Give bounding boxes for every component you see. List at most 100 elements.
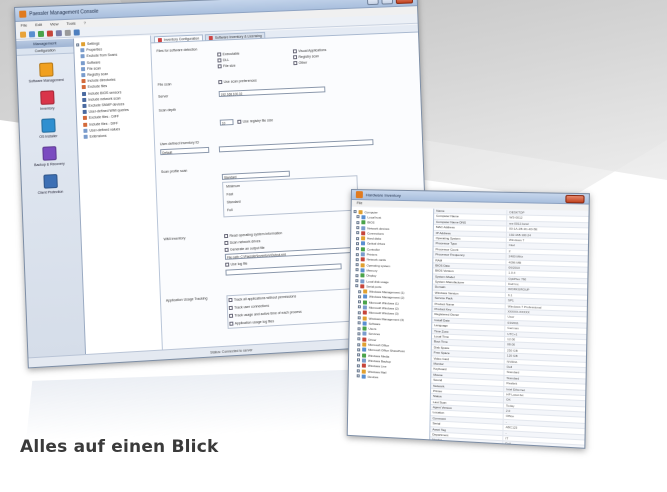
menu-file[interactable]: File — [357, 201, 363, 205]
tab-close-icon[interactable] — [157, 37, 162, 42]
user-defined-select[interactable]: Default — [160, 146, 210, 156]
nav-item-inventory[interactable]: Inventory — [18, 89, 75, 111]
refresh-icon[interactable] — [55, 29, 62, 36]
profile-option[interactable]: Fast — [226, 192, 233, 196]
expand-icon[interactable] — [357, 311, 361, 315]
server-field[interactable]: 192.168.100.10 — [218, 86, 326, 98]
expand-icon[interactable] — [355, 284, 359, 288]
check-executable[interactable]: Executable — [217, 52, 240, 57]
nav-item-backup[interactable]: Backup & Recovery — [20, 145, 77, 168]
checkbox[interactable] — [225, 262, 229, 267]
checkbox[interactable] — [237, 119, 241, 124]
device-icon — [361, 231, 366, 236]
expand-icon[interactable] — [357, 321, 361, 325]
expand-icon[interactable] — [356, 358, 361, 362]
delete-icon[interactable] — [46, 29, 54, 37]
checkbox[interactable] — [228, 306, 233, 310]
expand-icon[interactable] — [357, 326, 361, 331]
checkbox[interactable] — [229, 321, 233, 326]
expand-icon[interactable] — [355, 263, 359, 267]
check-other[interactable]: Other — [293, 61, 307, 66]
expand-icon[interactable] — [356, 231, 360, 235]
checkbox[interactable] — [218, 80, 222, 84]
checkbox[interactable] — [224, 248, 229, 252]
save-icon[interactable] — [37, 30, 45, 37]
maximize-button[interactable] — [381, 0, 394, 5]
expand-icon[interactable] — [76, 42, 80, 47]
expand-icon[interactable] — [358, 295, 362, 299]
menu-tools[interactable]: Tools — [66, 21, 75, 27]
expand-icon[interactable] — [357, 337, 361, 341]
check-file-size[interactable]: File size — [217, 64, 236, 69]
settings-icon[interactable] — [64, 29, 71, 36]
expand-icon[interactable] — [353, 210, 357, 214]
tab-software-inventory[interactable]: Software Inventory & Licensing — [204, 31, 266, 41]
profile-option[interactable]: Minimum — [226, 184, 240, 189]
new-icon[interactable] — [19, 31, 27, 38]
expand-icon[interactable] — [357, 353, 361, 357]
menu-help[interactable]: ? — [83, 20, 85, 26]
check-log-file[interactable]: Use log file — [225, 262, 248, 267]
expand-icon[interactable] — [356, 374, 360, 378]
close-button[interactable] — [395, 0, 414, 4]
expand-icon[interactable] — [355, 242, 360, 246]
expand-icon[interactable] — [355, 273, 359, 277]
expand-icon[interactable] — [355, 252, 359, 256]
check-scan-preferences[interactable]: Use scan preferences — [218, 79, 257, 85]
checkbox[interactable] — [217, 58, 221, 63]
check-visual-applications[interactable]: Visual Applications — [292, 48, 326, 54]
device-icon — [362, 310, 367, 315]
expand-icon[interactable] — [357, 348, 361, 352]
nav-item-client-protection[interactable]: Client Protection — [21, 173, 78, 196]
checkbox[interactable] — [292, 49, 297, 54]
profile-option[interactable]: Full — [227, 208, 233, 212]
checkbox[interactable] — [293, 61, 297, 65]
close-button[interactable] — [565, 194, 585, 203]
profile-option[interactable]: Standard — [227, 200, 241, 205]
nav-subheader[interactable]: Configuration — [16, 46, 74, 56]
menu-edit[interactable]: Edit — [35, 22, 42, 28]
checkbox[interactable] — [293, 55, 297, 60]
expand-icon[interactable] — [356, 215, 360, 219]
menu-file[interactable]: File — [21, 22, 28, 28]
device-icon — [362, 326, 367, 331]
device-icon — [362, 305, 367, 310]
check-read-os[interactable]: Read operating system information — [224, 231, 282, 238]
tab-inventory-configuration[interactable]: Inventory Configuration — [153, 34, 204, 43]
expand-icon[interactable] — [357, 342, 361, 346]
check-output-file[interactable]: Generate an output file — [224, 246, 265, 252]
expand-icon[interactable] — [355, 268, 359, 272]
expand-icon[interactable] — [357, 305, 361, 309]
expand-icon[interactable] — [355, 257, 359, 262]
expand-icon[interactable] — [356, 364, 360, 368]
expand-icon[interactable] — [356, 236, 360, 240]
expand-icon[interactable] — [355, 279, 359, 283]
checkbox[interactable] — [217, 52, 221, 57]
nav-item-os-installer[interactable]: OS Installer — [19, 117, 76, 140]
expand-icon[interactable] — [355, 247, 359, 251]
menu-view[interactable]: View — [50, 21, 59, 27]
check-registry-scan[interactable]: Registry scan — [293, 54, 319, 59]
expand-icon[interactable] — [356, 369, 360, 373]
user-defined-bar[interactable] — [218, 139, 374, 153]
checkbox[interactable] — [229, 314, 233, 318]
expand-icon[interactable] — [357, 316, 361, 320]
checkbox[interactable] — [224, 234, 228, 238]
open-icon[interactable] — [28, 30, 36, 37]
expand-icon[interactable] — [358, 289, 362, 293]
tab-close-icon[interactable] — [208, 35, 214, 40]
check-network-drives[interactable]: Scan network drives — [224, 239, 260, 245]
expand-icon[interactable] — [357, 300, 362, 304]
expand-icon[interactable] — [357, 332, 361, 336]
checkbox[interactable] — [224, 241, 228, 245]
check-dll[interactable]: DLL — [217, 58, 229, 62]
nav-item-software-management[interactable]: Software Management — [17, 62, 74, 84]
checkbox[interactable] — [228, 298, 233, 302]
check-registry-file-size[interactable]: Use registry file size — [237, 118, 273, 124]
depth-field[interactable]: 10 — [219, 119, 234, 126]
expand-icon[interactable] — [356, 220, 360, 224]
help-icon[interactable] — [73, 28, 80, 36]
expand-icon[interactable] — [356, 226, 360, 230]
checkbox[interactable] — [217, 64, 222, 69]
minimize-button[interactable] — [366, 0, 379, 5]
